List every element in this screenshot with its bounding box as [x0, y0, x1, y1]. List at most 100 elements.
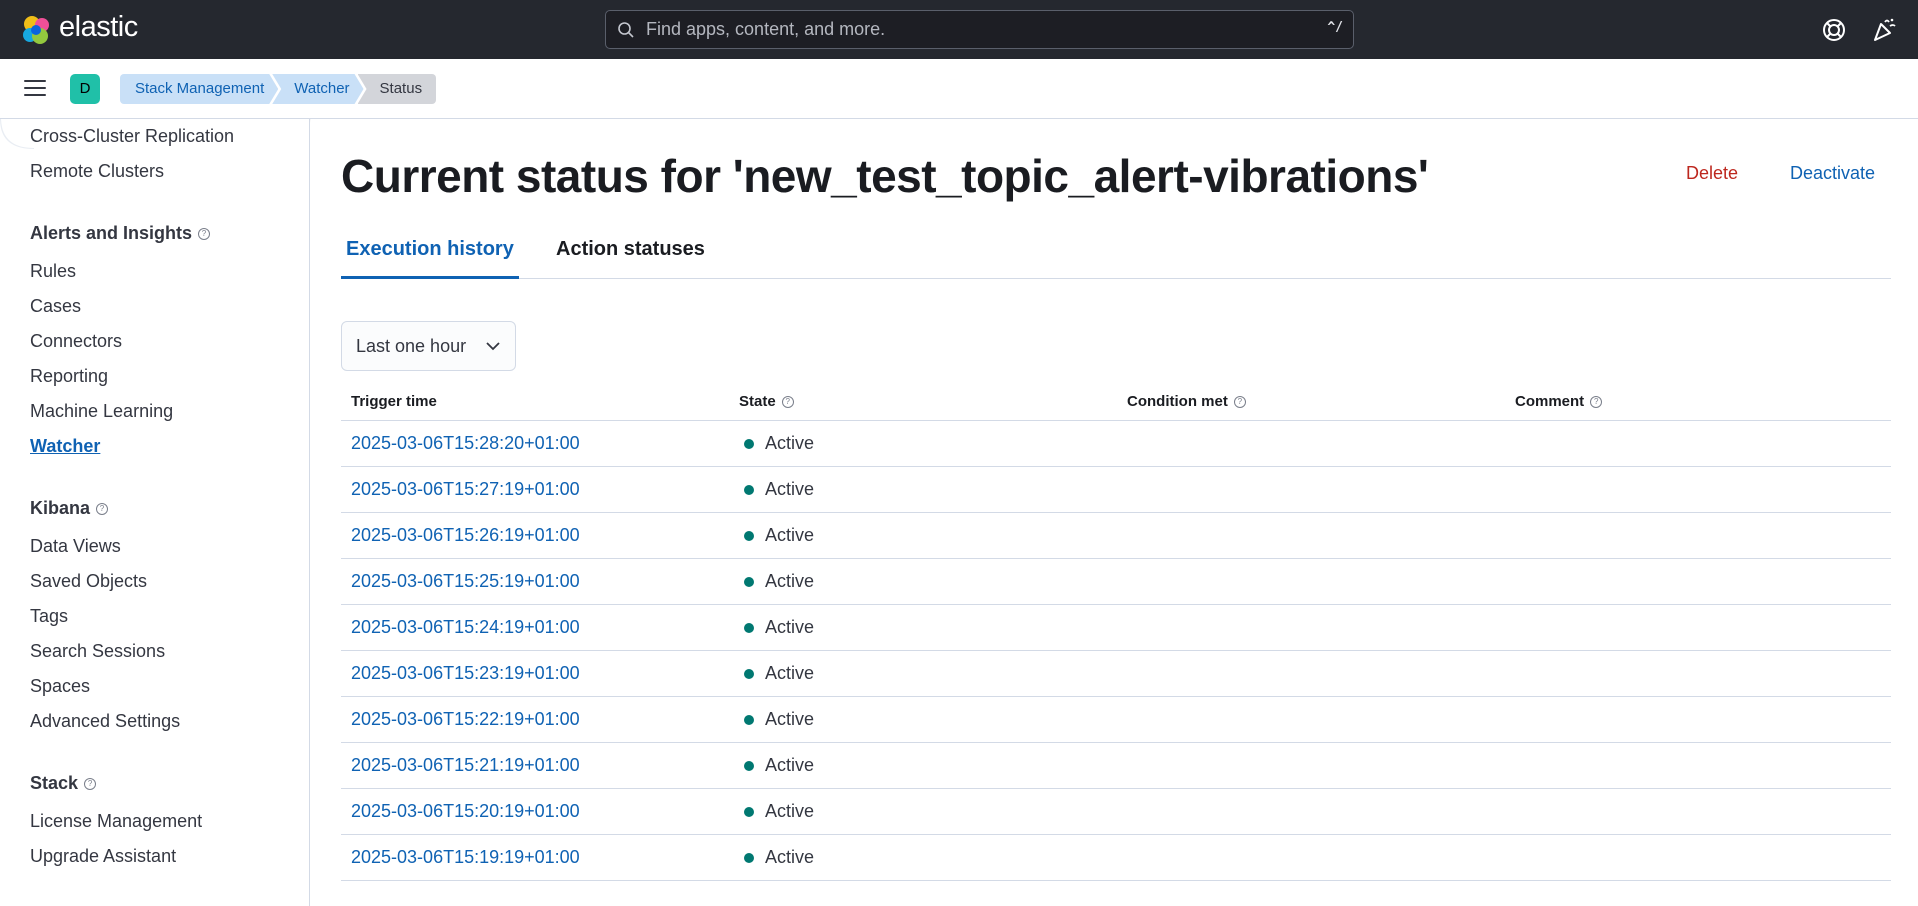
trigger-time-link[interactable]: 2025-03-06T15:19:19+01:00 — [351, 847, 580, 868]
sidebar-section-title: Stack — [30, 773, 79, 793]
state-cell: Active — [739, 571, 814, 592]
sidebar-item-watcher[interactable]: Watcher — [30, 436, 100, 457]
trigger-time-link[interactable]: 2025-03-06T15:27:19+01:00 — [351, 479, 580, 500]
sidebar-item-connectors[interactable]: Connectors — [30, 331, 122, 352]
help-question-icon[interactable]: ? — [1233, 396, 1246, 409]
help-icon[interactable] — [1819, 15, 1849, 45]
table-row: 2025-03-06T15:20:19+01:00 Active — [341, 789, 1891, 835]
table-row: 2025-03-06T15:19:19+01:00 Active — [341, 835, 1891, 881]
global-search[interactable]: ^/ — [605, 10, 1354, 49]
state-label: Active — [765, 755, 815, 775]
sidebar-item-reporting[interactable]: Reporting — [30, 366, 108, 387]
state-cell: Active — [739, 525, 814, 546]
top-header: elastic ^/ — [0, 0, 1918, 59]
search-input[interactable] — [646, 12, 1286, 47]
main-content: Current status for 'new_test_topic_alert… — [311, 119, 1918, 906]
breadcrumb: Stack Management Watcher Status — [120, 74, 437, 104]
sidebar-section-alerts-and-insights: Alerts and Insights? — [30, 223, 211, 244]
column-trigger-time[interactable]: Trigger time — [351, 393, 437, 410]
help-question-icon[interactable]: ? — [96, 503, 109, 516]
status-dot-icon — [744, 577, 754, 587]
sidebar-item-search-sessions[interactable]: Search Sessions — [30, 641, 165, 662]
sidebar-item-rules[interactable]: Rules — [30, 261, 76, 282]
sidebar-item-tags[interactable]: Tags — [30, 606, 68, 627]
trigger-time-link[interactable]: 2025-03-06T15:25:19+01:00 — [351, 571, 580, 592]
tab-execution-history[interactable]: Execution history — [341, 229, 519, 279]
status-dot-icon — [744, 761, 754, 771]
breadcrumb-watcher[interactable]: Watcher — [272, 74, 363, 104]
status-tabs: Execution history Action statuses — [341, 229, 1891, 279]
menu-toggle-icon[interactable] — [24, 80, 46, 98]
tab-action-statuses[interactable]: Action statuses — [551, 229, 710, 279]
trigger-time-link[interactable]: 2025-03-06T15:20:19+01:00 — [351, 801, 580, 822]
table-header: Trigger time State? Condition met? Comme… — [341, 381, 1891, 421]
breadcrumb-stack-management[interactable]: Stack Management — [120, 74, 278, 104]
help-question-icon[interactable]: ? — [198, 228, 211, 241]
time-range-value: Last one hour — [356, 336, 467, 356]
sidebar-item-license-management[interactable]: License Management — [30, 811, 202, 832]
status-dot-icon — [744, 807, 754, 817]
sidebar-section-kibana: Kibana? — [30, 498, 109, 519]
column-label[interactable]: Condition met — [1127, 393, 1228, 410]
state-cell: Active — [739, 433, 814, 454]
news-feed-icon[interactable] — [1869, 15, 1899, 45]
table-row: 2025-03-06T15:28:20+01:00 Active — [341, 421, 1891, 467]
state-cell: Active — [739, 709, 814, 730]
deactivate-button[interactable]: Deactivate — [1790, 163, 1875, 184]
sidebar-item-advanced-settings[interactable]: Advanced Settings — [30, 711, 180, 732]
delete-button[interactable]: Delete — [1686, 163, 1738, 184]
column-state: State? — [739, 393, 794, 410]
state-label: Active — [765, 617, 815, 637]
status-dot-icon — [744, 439, 754, 449]
execution-history-table: Trigger time State? Condition met? Comme… — [341, 381, 1891, 881]
status-dot-icon — [744, 531, 754, 541]
status-dot-icon — [744, 715, 754, 725]
status-dot-icon — [744, 623, 754, 633]
state-label: Active — [765, 479, 815, 499]
sidebar-section-title: Kibana — [30, 498, 91, 518]
table-row: 2025-03-06T15:27:19+01:00 Active — [341, 467, 1891, 513]
state-label: Active — [765, 801, 815, 821]
state-label: Active — [765, 847, 815, 867]
column-condition-met: Condition met? — [1127, 393, 1246, 410]
trigger-time-link[interactable]: 2025-03-06T15:21:19+01:00 — [351, 755, 580, 776]
trigger-time-link[interactable]: 2025-03-06T15:24:19+01:00 — [351, 617, 580, 638]
help-question-icon[interactable]: ? — [781, 396, 794, 409]
state-cell: Active — [739, 479, 814, 500]
management-sidebar: Cross-Cluster Replication Remote Cluster… — [0, 119, 310, 906]
sidebar-section-stack: Stack? — [30, 773, 97, 794]
status-dot-icon — [744, 669, 754, 679]
state-label: Active — [765, 663, 815, 683]
help-question-icon[interactable]: ? — [84, 778, 97, 791]
sidebar-item-spaces[interactable]: Spaces — [30, 676, 90, 697]
column-label[interactable]: State — [739, 393, 776, 410]
table-row: 2025-03-06T15:25:19+01:00 Active — [341, 559, 1891, 605]
trigger-time-link[interactable]: 2025-03-06T15:26:19+01:00 — [351, 525, 580, 546]
state-label: Active — [765, 709, 815, 729]
sidebar-item-cases[interactable]: Cases — [30, 296, 81, 317]
sidebar-item-remote-clusters[interactable]: Remote Clusters — [30, 161, 164, 182]
sidebar-item-machine-learning[interactable]: Machine Learning — [30, 401, 173, 422]
column-label[interactable]: Comment — [1515, 393, 1584, 410]
time-range-select[interactable]: Last one hour — [341, 321, 516, 371]
chevron-down-icon — [486, 342, 500, 351]
page-title: Current status for 'new_test_topic_alert… — [341, 150, 1429, 202]
elastic-logo-icon[interactable] — [20, 14, 52, 46]
status-dot-icon — [744, 853, 754, 863]
help-question-icon[interactable]: ? — [1590, 396, 1603, 409]
table-row: 2025-03-06T15:23:19+01:00 Active — [341, 651, 1891, 697]
trigger-time-link[interactable]: 2025-03-06T15:22:19+01:00 — [351, 709, 580, 730]
status-dot-icon — [744, 485, 754, 495]
sidebar-item-data-views[interactable]: Data Views — [30, 536, 121, 557]
table-row: 2025-03-06T15:21:19+01:00 Active — [341, 743, 1891, 789]
space-avatar[interactable]: D — [70, 74, 100, 104]
trigger-time-link[interactable]: 2025-03-06T15:28:20+01:00 — [351, 433, 580, 454]
trigger-time-link[interactable]: 2025-03-06T15:23:19+01:00 — [351, 663, 580, 684]
sidebar-item-saved-objects[interactable]: Saved Objects — [30, 571, 147, 592]
state-cell: Active — [739, 663, 814, 684]
state-cell: Active — [739, 801, 814, 822]
sidebar-item-cross-cluster-replication[interactable]: Cross-Cluster Replication — [30, 126, 234, 147]
table-row: 2025-03-06T15:22:19+01:00 Active — [341, 697, 1891, 743]
sidebar-item-upgrade-assistant[interactable]: Upgrade Assistant — [30, 846, 176, 867]
state-label: Active — [765, 525, 815, 545]
